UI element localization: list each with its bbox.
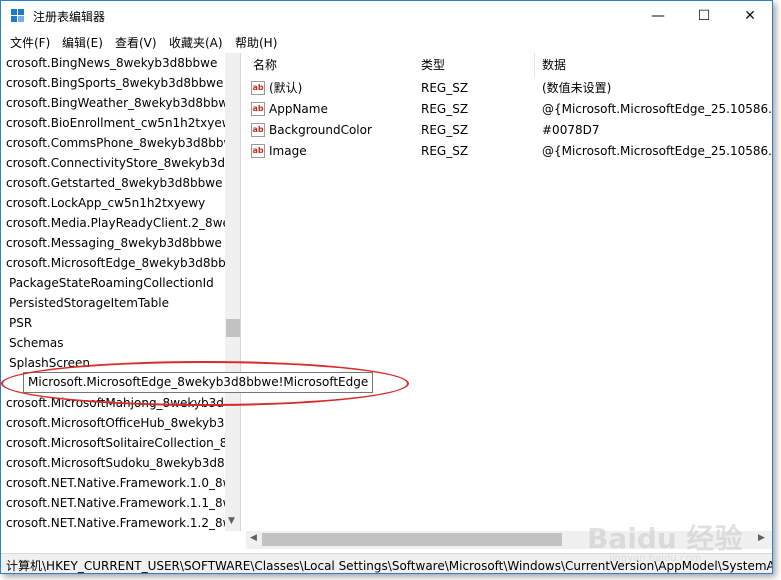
string-value-icon: ab [251,123,265,137]
watermark-text: Baidu 经验 [587,522,743,555]
scroll-down-arrow-icon[interactable]: ▼ [228,516,235,526]
tree-item[interactable]: crosoft.MicrosoftSudoku_8wekyb3d8bbwe [6,453,240,473]
column-header-type[interactable]: 类型 [414,53,535,77]
value-row[interactable]: ab Image REG_SZ @{Microsoft.MicrosoftEdg… [246,141,772,162]
tree-vertical-scrollbar[interactable]: ▼ [225,53,240,531]
value-type: REG_SZ [421,123,469,137]
value-type: REG_SZ [421,102,469,116]
red-highlight-ellipse [1,361,409,406]
tree-item[interactable]: crosoft.Messaging_8wekyb3d8bbwe [6,233,222,253]
value-name: AppName [269,102,328,116]
value-data: @{Microsoft.MicrosoftEdge_25.10586.0.0_n… [542,144,772,158]
tree-item[interactable]: crosoft.MicrosoftSolitaireCollection_8we… [6,433,240,453]
tree-subitem[interactable]: Schemas [9,333,64,353]
tree-subitem[interactable]: PersistedStorageItemTable [9,293,169,313]
tree-item[interactable]: crosoft.LockApp_cw5n1h2txyewy [6,193,205,213]
tree-item[interactable]: crosoft.NET.Native.Framework.1.0_8wekyb3… [6,473,240,493]
tree-item[interactable]: crosoft.BingSports_8wekyb3d8bbwe [6,73,223,93]
watermark-subtext: jingyan.baidu.com [609,553,702,564]
string-value-icon: ab [251,144,265,158]
column-header-name[interactable]: 名称 [246,53,416,77]
registry-editor-window: 注册表编辑器 — ☐ ✕ 文件(F) 编辑(E) 查看(V) 收藏夹(A) 帮助… [0,0,773,574]
tree-item[interactable]: crosoft.ConnectivityStore_8wekyb3d8bbwe [6,153,240,173]
menu-view[interactable]: 查看(V) [115,34,157,51]
menu-favorites[interactable]: 收藏夹(A) [169,34,223,51]
window-title: 注册表编辑器 [33,10,106,24]
values-list-pane[interactable]: 名称 类型 数据 ab (默认) REG_SZ (数值未设置) ab AppNa… [246,53,772,531]
value-data: #0078D7 [542,123,600,137]
tree-scroll-thumb[interactable] [226,319,240,337]
menu-help[interactable]: 帮助(H) [235,34,277,51]
value-type: REG_SZ [421,144,469,158]
minimize-button[interactable]: — [635,1,681,31]
value-row[interactable]: ab BackgroundColor REG_SZ #0078D7 [246,120,772,141]
scroll-right-arrow-icon[interactable]: ▶ [758,533,765,543]
column-header-data[interactable]: 数据 [535,53,772,77]
value-name: (默认) [269,81,303,95]
tree-item[interactable]: crosoft.Getstarted_8wekyb3d8bbwe [6,173,222,193]
tree-item[interactable]: crosoft.CommsPhone_8wekyb3d8bbwe [6,133,240,153]
tree-item[interactable]: crosoft.BingNews_8wekyb3d8bbwe [6,53,217,73]
tree-item[interactable]: crosoft.BingWeather_8wekyb3d8bbwe [6,93,235,113]
value-data: @{Microsoft.MicrosoftEdge_25.10586.0.0_n… [542,102,772,116]
registry-editor-icon [11,9,27,23]
scroll-left-arrow-icon[interactable]: ◀ [250,533,257,543]
value-name: BackgroundColor [269,123,372,137]
value-data: (数值未设置) [542,81,612,95]
tree-item[interactable]: crosoft.NET.Native.Framework.1.2_8wekyb3… [6,513,240,531]
values-scroll-thumb[interactable] [262,533,562,546]
baidu-jingyan-watermark: Baidu 经验 jingyan.baidu.com [587,517,757,567]
tree-subitem[interactable]: PackageStateRoamingCollectionId [9,273,214,293]
tree-subitem[interactable]: PSR [9,313,32,333]
menu-bar: 文件(F) 编辑(E) 查看(V) 收藏夹(A) 帮助(H) [1,31,772,51]
tree-item[interactable]: crosoft.BioEnrollment_cw5n1h2txyewy [6,113,239,133]
menu-file[interactable]: 文件(F) [10,34,50,51]
value-row[interactable]: ab AppName REG_SZ @{Microsoft.MicrosoftE… [246,99,772,120]
value-row[interactable]: ab (默认) REG_SZ (数值未设置) [246,78,772,99]
value-type: REG_SZ [421,81,469,95]
tree-item[interactable]: crosoft.NET.Native.Framework.1.1_8wekyb3… [6,493,240,513]
key-tree-pane[interactable]: crosoft.BingNews_8wekyb3d8bbwe crosoft.B… [3,53,241,531]
tree-item-microsoft-edge[interactable]: crosoft.MicrosoftEdge_8wekyb3d8bbwe [6,253,240,273]
close-button[interactable]: ✕ [727,1,772,31]
string-value-icon: ab [251,102,265,116]
maximize-button[interactable]: ☐ [681,1,727,31]
menu-edit[interactable]: 编辑(E) [62,34,103,51]
value-name: Image [269,144,307,158]
tree-item[interactable]: crosoft.Media.PlayReadyClient.2_8wekyb3d… [6,213,240,233]
string-value-icon: ab [251,81,265,95]
title-bar[interactable]: 注册表编辑器 — ☐ ✕ [1,1,772,31]
tree-item[interactable]: crosoft.MicrosoftOfficeHub_8wekyb3d8bbwe [6,413,240,433]
